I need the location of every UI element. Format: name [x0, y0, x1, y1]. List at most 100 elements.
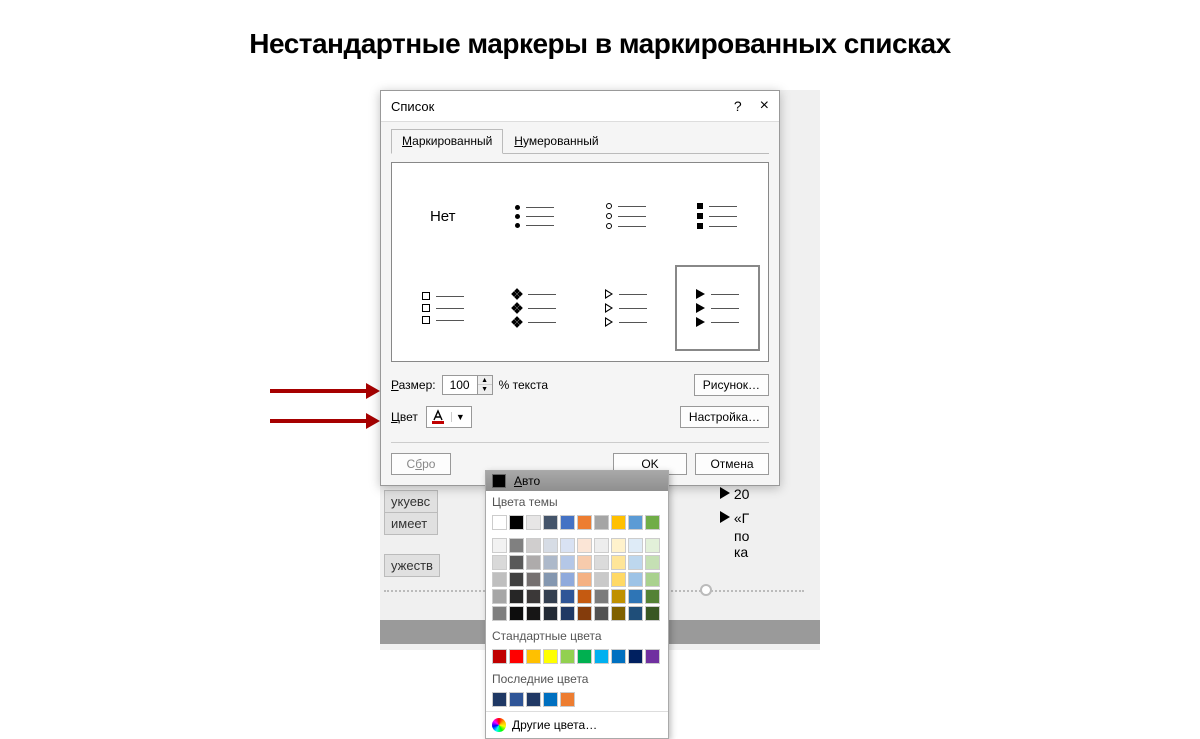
color-swatch[interactable]	[594, 515, 609, 530]
color-swatch[interactable]	[492, 555, 507, 570]
bg-text-fragment: имеет	[384, 512, 438, 535]
color-swatch[interactable]	[628, 538, 643, 553]
color-swatch[interactable]	[560, 589, 575, 604]
color-swatch[interactable]	[560, 538, 575, 553]
color-swatch[interactable]	[543, 555, 558, 570]
color-swatch[interactable]	[577, 649, 592, 664]
color-swatch[interactable]	[594, 649, 609, 664]
color-swatch[interactable]	[492, 515, 507, 530]
color-swatch[interactable]	[577, 555, 592, 570]
color-swatch[interactable]	[645, 555, 660, 570]
color-swatch[interactable]	[509, 649, 524, 664]
color-swatch[interactable]	[543, 538, 558, 553]
color-swatch[interactable]	[577, 589, 592, 604]
color-swatch[interactable]	[577, 538, 592, 553]
color-swatch[interactable]	[509, 572, 524, 587]
color-swatch[interactable]	[560, 606, 575, 621]
color-swatch[interactable]	[594, 589, 609, 604]
cancel-button[interactable]: Отмена	[695, 453, 769, 475]
color-swatch[interactable]	[628, 649, 643, 664]
color-swatch[interactable]	[560, 692, 575, 707]
close-icon[interactable]: ×	[760, 97, 769, 115]
color-swatch[interactable]	[611, 606, 626, 621]
color-swatch[interactable]	[577, 606, 592, 621]
color-swatch[interactable]	[543, 515, 558, 530]
color-swatch[interactable]	[509, 555, 524, 570]
bullet-option-circle[interactable]	[583, 173, 669, 259]
color-swatch[interactable]	[594, 538, 609, 553]
bullet-option-arrow-filled[interactable]	[675, 265, 761, 351]
bullet-option-square[interactable]	[675, 173, 761, 259]
color-auto-row[interactable]: Авто	[486, 471, 668, 491]
color-swatch[interactable]	[526, 555, 541, 570]
color-swatch[interactable]	[492, 606, 507, 621]
color-swatch[interactable]	[560, 572, 575, 587]
size-up-icon[interactable]: ▲	[478, 376, 492, 385]
bullet-option-diamond4[interactable]	[492, 265, 578, 351]
color-swatch[interactable]	[645, 515, 660, 530]
color-swatch[interactable]	[492, 649, 507, 664]
picture-button[interactable]: Рисунок…	[694, 374, 769, 396]
color-swatch[interactable]	[645, 572, 660, 587]
tab-bulleted[interactable]: Маркированный	[391, 129, 503, 154]
color-swatch[interactable]	[611, 555, 626, 570]
color-swatch[interactable]	[645, 649, 660, 664]
color-swatch[interactable]	[526, 572, 541, 587]
color-swatch[interactable]	[543, 692, 558, 707]
color-swatch[interactable]	[526, 649, 541, 664]
color-picker-button[interactable]: ▼	[426, 406, 472, 428]
color-swatch[interactable]	[628, 606, 643, 621]
color-swatch[interactable]	[577, 572, 592, 587]
color-swatch[interactable]	[526, 589, 541, 604]
color-swatch[interactable]	[645, 589, 660, 604]
color-swatch[interactable]	[543, 572, 558, 587]
size-spinner[interactable]: ▲ ▼	[442, 375, 493, 395]
color-swatch[interactable]	[526, 515, 541, 530]
reset-button[interactable]: Сбро	[391, 453, 451, 475]
color-swatch[interactable]	[543, 649, 558, 664]
color-swatch[interactable]	[645, 538, 660, 553]
bullet-option-arrow-open[interactable]	[583, 265, 669, 351]
color-swatch[interactable]	[594, 572, 609, 587]
color-swatch[interactable]	[509, 692, 524, 707]
color-swatch[interactable]	[492, 692, 507, 707]
color-swatch[interactable]	[628, 555, 643, 570]
color-swatch[interactable]	[492, 538, 507, 553]
color-swatch[interactable]	[526, 606, 541, 621]
color-swatch[interactable]	[611, 572, 626, 587]
tab-numbered[interactable]: Нумерованный	[503, 129, 609, 154]
color-swatch[interactable]	[543, 606, 558, 621]
settings-button[interactable]: Настройка…	[680, 406, 769, 428]
color-swatch[interactable]	[509, 589, 524, 604]
size-input[interactable]	[443, 376, 477, 394]
color-swatch[interactable]	[628, 572, 643, 587]
color-swatch[interactable]	[560, 515, 575, 530]
bullet-option-open-square[interactable]	[400, 265, 486, 351]
color-swatch[interactable]	[509, 538, 524, 553]
theme-swatch-row	[486, 511, 668, 534]
color-swatch[interactable]	[526, 692, 541, 707]
color-swatch[interactable]	[560, 555, 575, 570]
color-swatch[interactable]	[560, 649, 575, 664]
color-swatch[interactable]	[611, 649, 626, 664]
color-swatch[interactable]	[577, 515, 592, 530]
help-icon[interactable]: ?	[734, 98, 742, 114]
color-swatch[interactable]	[611, 589, 626, 604]
more-colors-row[interactable]: Другие цвета…	[486, 711, 668, 738]
bullet-option-dot[interactable]	[492, 173, 578, 259]
color-swatch[interactable]	[628, 515, 643, 530]
color-swatch[interactable]	[611, 538, 626, 553]
color-swatch[interactable]	[526, 538, 541, 553]
size-down-icon[interactable]: ▼	[478, 385, 492, 394]
color-swatch[interactable]	[645, 606, 660, 621]
color-swatch[interactable]	[509, 515, 524, 530]
color-swatch[interactable]	[628, 589, 643, 604]
color-swatch[interactable]	[492, 572, 507, 587]
color-swatch[interactable]	[594, 606, 609, 621]
color-swatch[interactable]	[492, 589, 507, 604]
color-swatch[interactable]	[543, 589, 558, 604]
color-swatch[interactable]	[611, 515, 626, 530]
color-swatch[interactable]	[509, 606, 524, 621]
color-swatch[interactable]	[594, 555, 609, 570]
bullet-option-none[interactable]: Нет	[400, 173, 486, 259]
